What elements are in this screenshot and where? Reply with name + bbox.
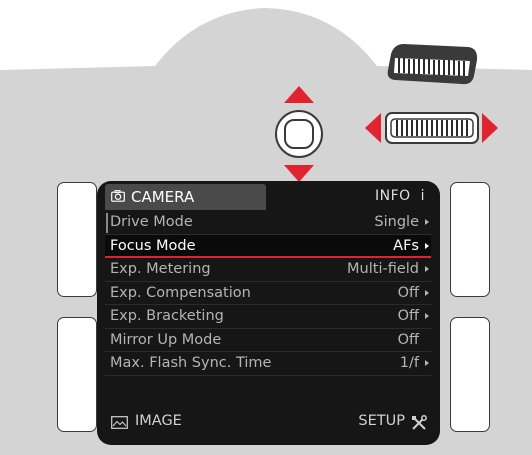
menu-item-focus-mode[interactable]: Focus Mode AFs [105,234,431,258]
menu-item-label: Mirror Up Mode [110,331,222,348]
menu-item-label: Drive Mode [110,214,193,230]
menu-item-value: Off [397,331,419,348]
menu-item-value: AFs [393,237,419,254]
tab-camera[interactable]: CAMERA [105,184,266,210]
tab-camera-label: CAMERA [131,188,195,206]
chevron-right-icon [425,360,429,366]
menu-item-mirror-up-mode[interactable]: Mirror Up Mode Off [105,329,431,352]
menu-item-value: Single [374,214,419,230]
lcd-screen: CAMERA INFO i Drive Mode Single Focus Mo… [97,181,440,445]
left-top-button[interactable] [57,182,97,297]
tools-icon [412,415,427,430]
menu-item-exp-metering[interactable]: Exp. Metering Multi-field [105,258,431,282]
menu-header: CAMERA INFO i [105,184,431,210]
menu-item-value: 1/f [399,355,419,371]
chevron-right-icon [425,266,429,272]
chevron-right-icon [425,242,429,249]
top-thumbwheel[interactable] [387,44,478,85]
menu-item-value: Multi-field [347,261,419,277]
menu-item-label: Exp. Bracketing [110,308,224,324]
joystick-button[interactable] [275,110,323,158]
menu-item-label: Focus Mode [110,237,196,254]
tab-image[interactable]: IMAGE [135,413,182,429]
menu-item-label: Max. Flash Sync. Time [110,355,272,371]
menu-item-value: Off [397,284,419,301]
chevron-right-icon [425,219,429,225]
menu-item-exp-compensation[interactable]: Exp. Compensation Off [105,282,431,305]
info-button[interactable]: INFO i [375,188,425,204]
image-icon [111,416,128,429]
chevron-right-icon [425,313,429,319]
right-top-button[interactable] [450,182,490,297]
right-bottom-button[interactable] [450,317,490,432]
left-bottom-button[interactable] [57,317,97,432]
menu-item-label: Exp. Compensation [110,284,251,301]
menu-item-value: Off [397,308,419,324]
camera-back: CAMERA INFO i Drive Mode Single Focus Mo… [0,0,532,455]
menu-item-label: Exp. Metering [110,261,211,277]
menu-item-max-flash-sync-time[interactable]: Max. Flash Sync. Time 1/f [105,352,431,376]
menu-list: Drive Mode Single Focus Mode AFs Exp. Me… [105,211,431,376]
chevron-right-icon [425,289,429,296]
scroll-indicator [106,213,108,233]
rear-thumbwheel[interactable] [385,112,479,144]
menu-item-exp-bracketing[interactable]: Exp. Bracketing Off [105,305,431,329]
menu-footer: IMAGE SETUP [105,409,431,435]
camera-icon [111,190,125,202]
menu-item-drive-mode[interactable]: Drive Mode Single [105,211,431,235]
tab-setup[interactable]: SETUP [358,413,405,429]
